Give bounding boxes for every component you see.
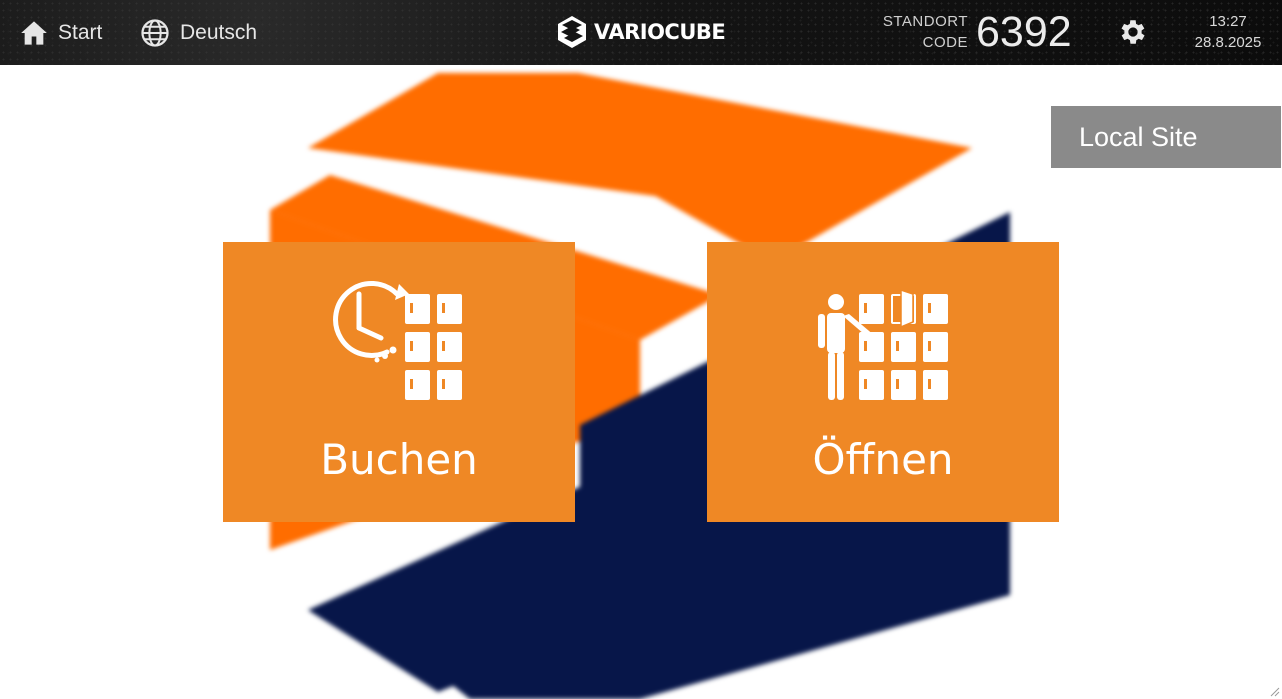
home-label: Start	[58, 20, 103, 44]
gear-icon	[1121, 20, 1145, 44]
location-code-label-line1: STANDORT	[882, 13, 968, 30]
open-locker-tile[interactable]: Öffnen	[707, 242, 1059, 522]
app-window: Start Deutsch VARIOCUBE STANDORT CODE 63…	[0, 0, 1282, 699]
language-button[interactable]: Deutsch	[140, 0, 257, 65]
settings-button[interactable]	[1117, 16, 1149, 53]
location-code-label-line2: CODE	[922, 34, 968, 51]
open-tile-label: Öffnen	[812, 435, 954, 484]
brand-logo: VARIOCUBE	[556, 14, 726, 50]
person-open-locker-icon	[818, 288, 948, 400]
clock: 13:27 28.8.2025	[1180, 11, 1276, 53]
brand-name: VARIOCUBE	[594, 20, 726, 44]
language-label: Deutsch	[180, 20, 258, 44]
home-icon	[21, 20, 47, 45]
clock-date: 28.8.2025	[1194, 34, 1262, 51]
top-bar: Start Deutsch VARIOCUBE STANDORT CODE 63…	[0, 0, 1282, 65]
globe-icon	[141, 18, 169, 47]
location-code-label: STANDORT CODE	[876, 11, 968, 53]
variocube-logo-icon	[558, 16, 586, 48]
book-locker-tile[interactable]: Buchen	[223, 242, 575, 522]
clock-lockers-icon	[333, 280, 462, 400]
local-site-badge[interactable]: Local Site	[1051, 106, 1281, 168]
home-button[interactable]: Start	[20, 0, 102, 65]
location-code-value: 6392	[976, 8, 1072, 56]
book-tile-label: Buchen	[320, 435, 478, 484]
clock-time: 13:27	[1209, 13, 1247, 30]
resize-grip-icon[interactable]	[1268, 685, 1280, 697]
